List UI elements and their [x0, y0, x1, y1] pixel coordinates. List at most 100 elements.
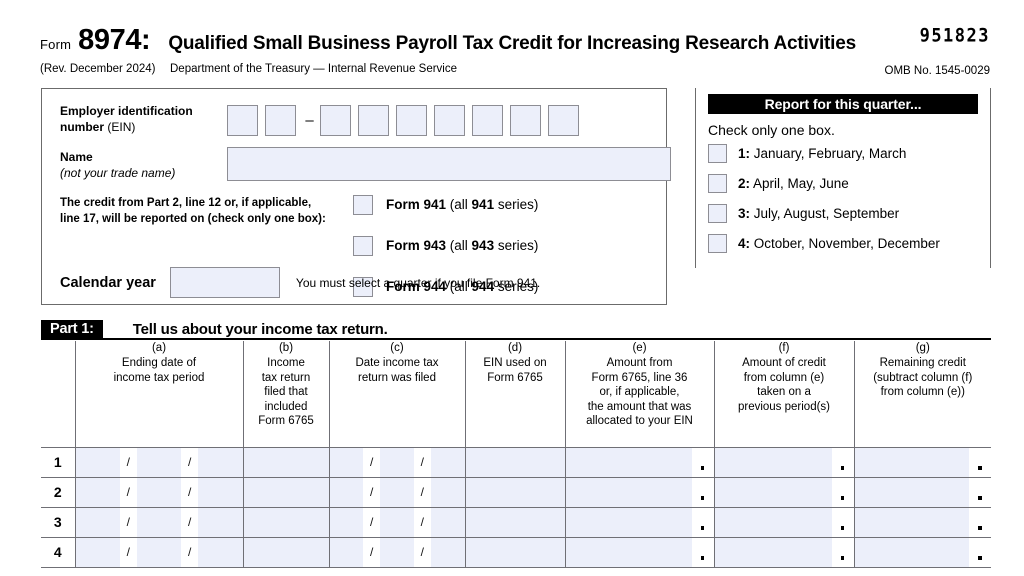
date-year-slot[interactable] [431, 448, 465, 477]
quarter-option-1[interactable]: 1: January, February, March [708, 142, 990, 165]
cell-text-d[interactable] [464, 477, 565, 508]
date-day-slot[interactable] [380, 478, 414, 507]
cents-slot[interactable] [691, 477, 714, 507]
ein-digit-box[interactable] [358, 105, 389, 136]
ein-digit-box[interactable] [265, 105, 296, 136]
ein-digit-box[interactable] [320, 105, 351, 136]
dollars-slot[interactable] [855, 508, 970, 537]
cell-text-b[interactable] [242, 507, 329, 538]
cell-text-b[interactable] [242, 447, 329, 478]
quarter-option-3[interactable]: 3: July, August, September [708, 202, 990, 225]
date-day-slot[interactable] [137, 538, 181, 567]
date-day-slot[interactable] [137, 508, 181, 537]
cents-slot[interactable] [969, 477, 991, 507]
date-year-slot[interactable] [198, 538, 242, 567]
dollars-slot[interactable] [566, 478, 692, 507]
cents-slot[interactable] [969, 447, 991, 477]
date-year-slot[interactable] [198, 478, 242, 507]
cell-amount-e[interactable] [564, 477, 714, 508]
ein-digit-box[interactable] [510, 105, 541, 136]
cell-amount-f[interactable] [713, 507, 854, 538]
cell-amount-g[interactable] [853, 477, 991, 508]
ein-digit-box[interactable] [434, 105, 465, 136]
cents-slot[interactable] [969, 507, 991, 537]
cents-slot[interactable] [691, 447, 714, 477]
checkbox-quarter-1[interactable] [708, 144, 727, 163]
dollars-slot[interactable] [566, 508, 692, 537]
cell-text-d[interactable] [464, 537, 565, 568]
cell-amount-g[interactable] [853, 537, 991, 568]
date-month-slot[interactable] [76, 538, 120, 567]
form-option-941[interactable]: Form 941 (all 941 series) [353, 189, 538, 220]
dollars-slot[interactable] [715, 538, 832, 567]
dollars-slot[interactable] [566, 538, 692, 567]
cell-amount-g[interactable] [853, 507, 991, 538]
date-year-slot[interactable] [198, 448, 242, 477]
cents-slot[interactable] [831, 447, 854, 477]
cell-text-d[interactable] [464, 447, 565, 478]
quarter-option-2[interactable]: 2: April, May, June [708, 172, 990, 195]
ein-digit-box[interactable] [472, 105, 503, 136]
cents-slot[interactable] [831, 477, 854, 507]
date-year-slot[interactable] [431, 538, 465, 567]
date-month-slot[interactable] [330, 538, 364, 567]
calendar-year-label: Calendar year [60, 274, 156, 291]
dollars-slot[interactable] [855, 538, 970, 567]
cell-date-c[interactable]: / / [328, 477, 465, 508]
ein-digit-box[interactable] [548, 105, 579, 136]
date-month-slot[interactable] [330, 448, 364, 477]
cell-amount-f[interactable] [713, 537, 854, 568]
cell-amount-f[interactable] [713, 447, 854, 478]
checkbox-form-943[interactable] [353, 235, 373, 256]
dollars-slot[interactable] [855, 478, 970, 507]
dollars-slot[interactable] [715, 478, 832, 507]
date-day-slot[interactable] [380, 448, 414, 477]
cell-text-d[interactable] [464, 507, 565, 538]
dollars-slot[interactable] [715, 448, 832, 477]
cell-text-b[interactable] [242, 477, 329, 508]
calendar-year-input[interactable] [169, 267, 280, 298]
cell-date-c[interactable]: / / [328, 447, 465, 478]
date-year-slot[interactable] [431, 508, 465, 537]
name-input[interactable] [227, 147, 671, 181]
cents-slot[interactable] [969, 537, 991, 567]
date-month-slot[interactable] [76, 478, 120, 507]
date-day-slot[interactable] [137, 448, 181, 477]
cents-slot[interactable] [831, 537, 854, 567]
cell-date-a[interactable]: / / [74, 447, 243, 478]
date-month-slot[interactable] [76, 448, 120, 477]
checkbox-form-941[interactable] [353, 194, 373, 215]
cents-slot[interactable] [831, 507, 854, 537]
date-day-slot[interactable] [137, 478, 181, 507]
date-month-slot[interactable] [330, 478, 364, 507]
cell-amount-g[interactable] [853, 447, 991, 478]
cell-amount-e[interactable] [564, 537, 714, 568]
checkbox-quarter-2[interactable] [708, 174, 727, 193]
date-month-slot[interactable] [76, 508, 120, 537]
ein-digit-box[interactable] [227, 105, 258, 136]
date-year-slot[interactable] [198, 508, 242, 537]
dollars-slot[interactable] [855, 448, 970, 477]
cents-slot[interactable] [691, 537, 714, 567]
date-day-slot[interactable] [380, 508, 414, 537]
cell-date-c[interactable]: / / [328, 537, 465, 568]
form-option-943[interactable]: Form 943 (all 943 series) [353, 230, 538, 261]
dollars-slot[interactable] [566, 448, 692, 477]
cell-date-a[interactable]: / / [74, 507, 243, 538]
checkbox-quarter-3[interactable] [708, 204, 727, 223]
ein-digit-box[interactable] [396, 105, 427, 136]
cell-text-b[interactable] [242, 537, 329, 568]
date-year-slot[interactable] [431, 478, 465, 507]
cell-date-a[interactable]: / / [74, 537, 243, 568]
date-month-slot[interactable] [330, 508, 364, 537]
cents-slot[interactable] [691, 507, 714, 537]
cell-amount-e[interactable] [564, 507, 714, 538]
dollars-slot[interactable] [715, 508, 832, 537]
cell-date-c[interactable]: / / [328, 507, 465, 538]
checkbox-quarter-4[interactable] [708, 234, 727, 253]
cell-amount-e[interactable] [564, 447, 714, 478]
quarter-option-4[interactable]: 4: October, November, December [708, 232, 990, 255]
cell-date-a[interactable]: / / [74, 477, 243, 508]
date-day-slot[interactable] [380, 538, 414, 567]
cell-amount-f[interactable] [713, 477, 854, 508]
